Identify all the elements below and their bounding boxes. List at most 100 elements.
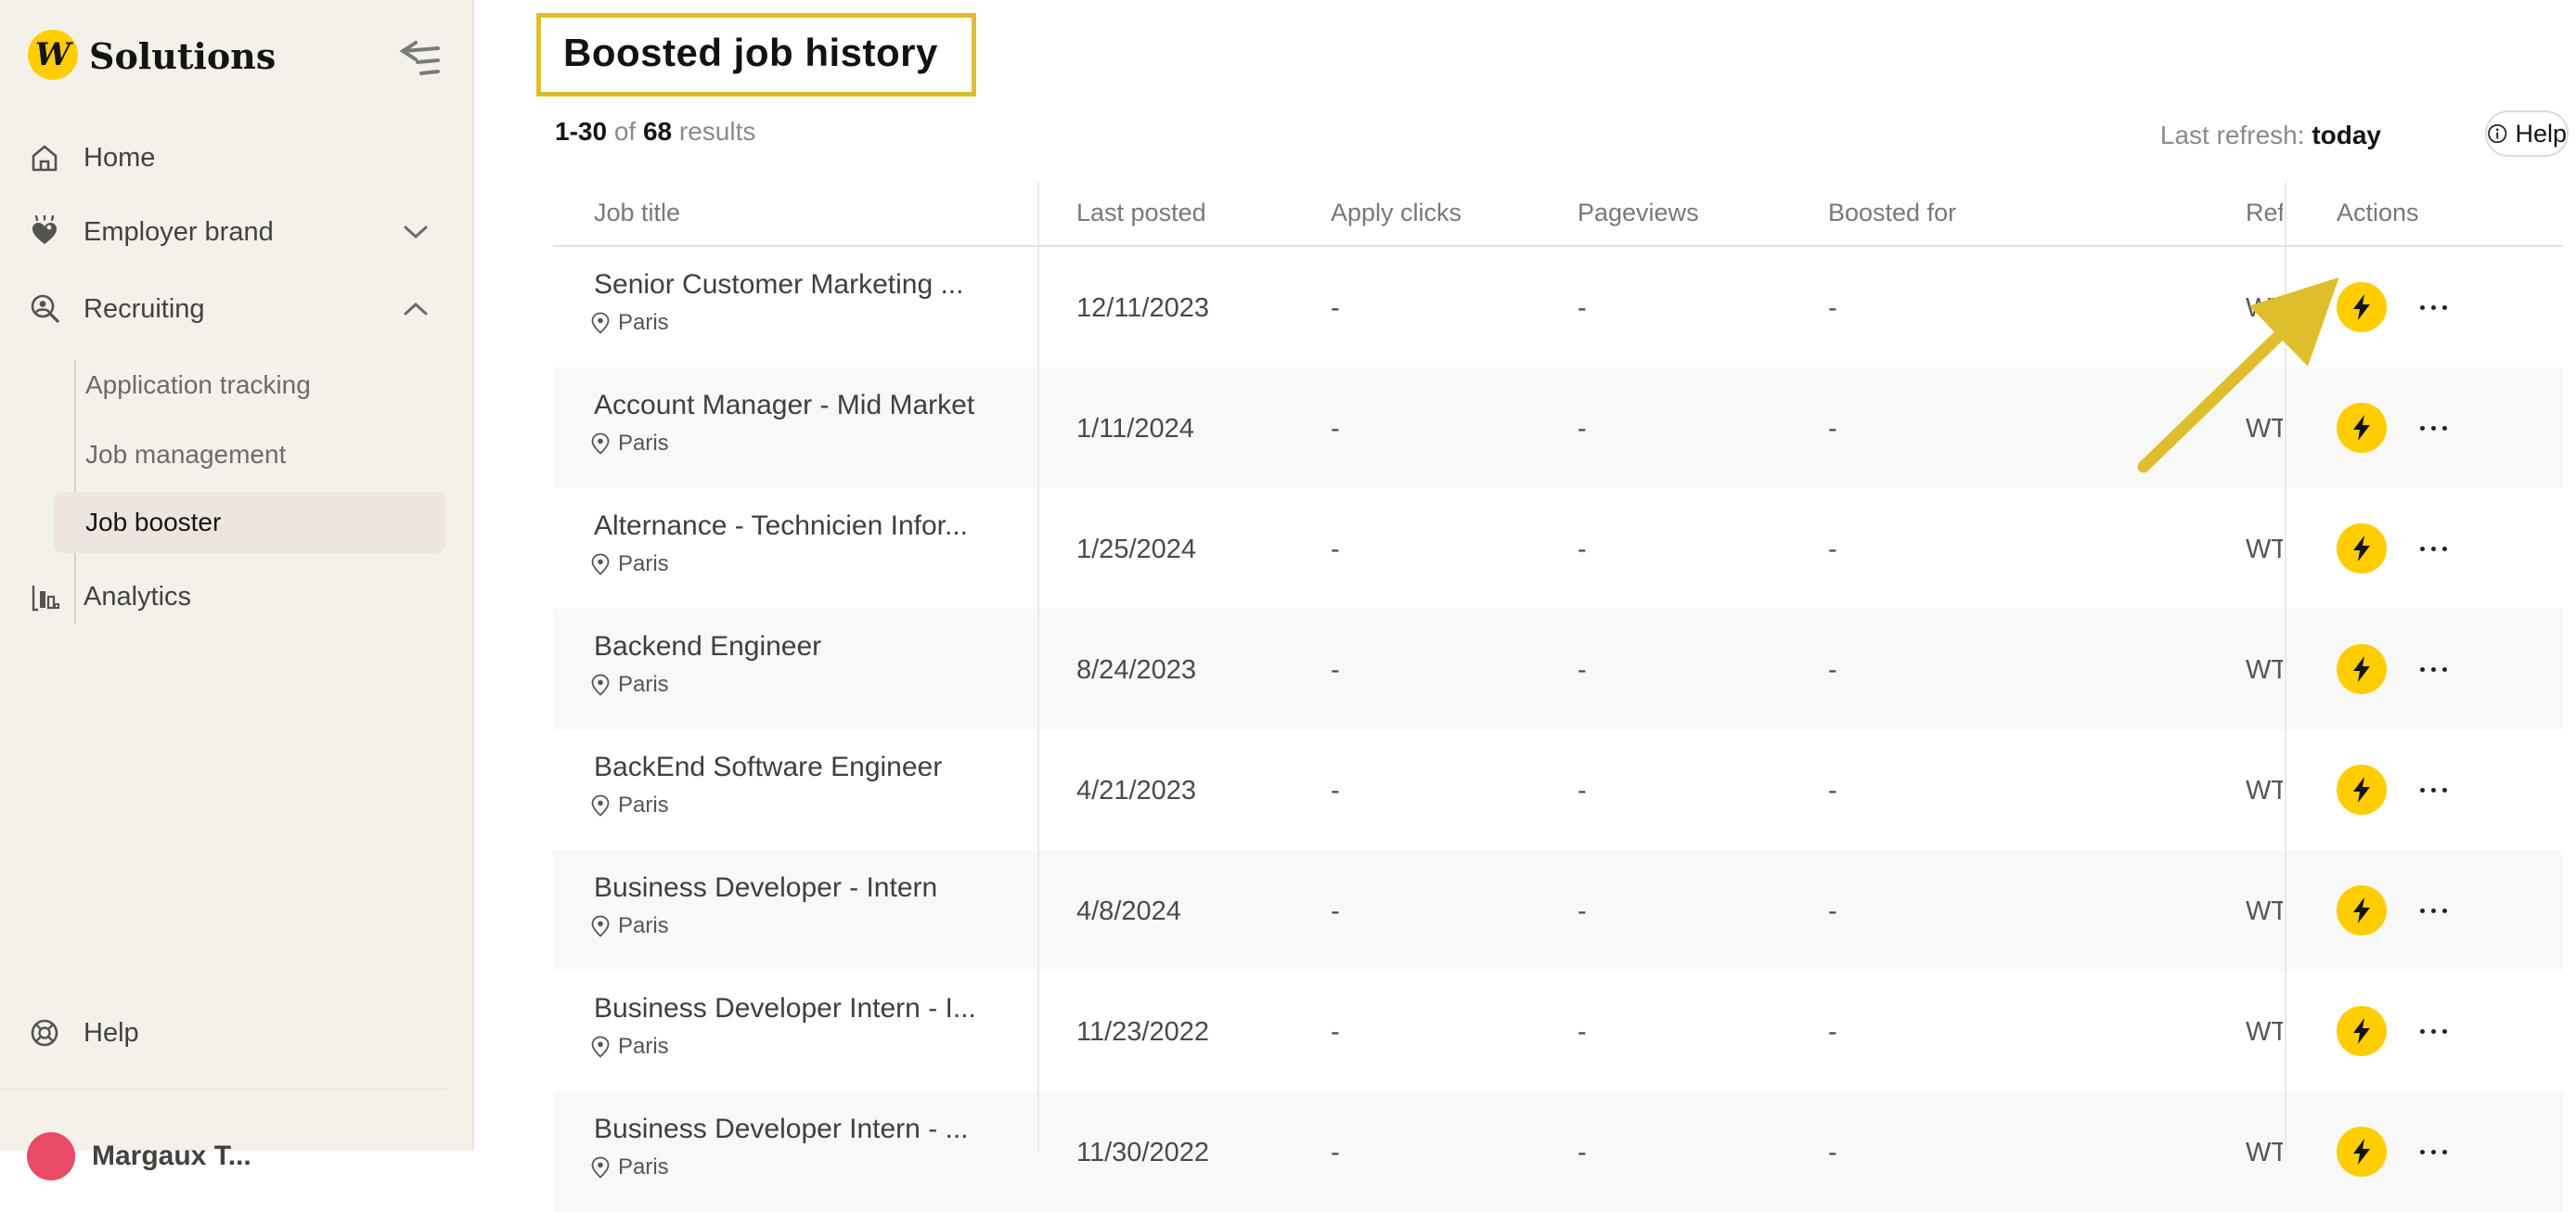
brand-logo-mark-icon: W xyxy=(28,30,78,80)
ellipsis-icon xyxy=(2420,788,2425,793)
sidebar-subitem-label: Job management xyxy=(85,440,286,470)
table-row: Business Developer Intern - ... Paris 11… xyxy=(553,1091,2563,1212)
job-title: Business Developer Intern - ... xyxy=(594,1114,969,1145)
job-title: Alternance - Technicien Infor... xyxy=(594,510,968,542)
column-divider xyxy=(1037,182,1039,1151)
brand-name: Solutions xyxy=(89,35,276,77)
boosted-for-value: - xyxy=(1828,1138,1837,1168)
reference-value: WTT xyxy=(2246,896,2283,927)
more-actions-button[interactable] xyxy=(2409,898,2457,922)
sidebar-item-job-management[interactable]: Job management xyxy=(54,424,445,485)
lightning-bolt-icon xyxy=(2350,1138,2374,1166)
last-posted-value: 1/11/2024 xyxy=(1076,414,1194,445)
ellipsis-icon xyxy=(2420,1150,2425,1154)
location-pin-icon xyxy=(590,1036,611,1058)
sidebar-item-label: Home xyxy=(84,143,155,174)
sidebar-collapse-button[interactable] xyxy=(397,37,442,78)
boost-job-button[interactable] xyxy=(2337,523,2387,574)
job-location-label: Paris xyxy=(618,793,669,819)
job-location: Paris xyxy=(590,431,669,457)
last-posted-value: 11/30/2022 xyxy=(1076,1138,1209,1168)
apply-clicks-value: - xyxy=(1331,1138,1340,1168)
pageviews-value: - xyxy=(1578,414,1587,445)
actions-column-divider xyxy=(2285,182,2286,1151)
pageviews-value: - xyxy=(1578,655,1587,686)
sidebar-item-recruiting[interactable]: Recruiting xyxy=(0,281,474,337)
apply-clicks-value: - xyxy=(1331,414,1340,445)
brand-logo: W Solutions xyxy=(28,28,445,82)
lightning-bolt-icon xyxy=(2350,655,2374,683)
job-title: Senior Customer Marketing ... xyxy=(594,269,963,301)
job-location-label: Paris xyxy=(618,1034,669,1060)
boost-job-button[interactable] xyxy=(2337,1006,2387,1056)
sidebar-item-label: Analytics xyxy=(84,582,191,612)
table-header: Job title Last posted Apply clicks Pagev… xyxy=(553,182,2563,247)
table-row: Account Manager - Mid Market Paris 1/11/… xyxy=(553,367,2563,488)
sidebar-item-job-booster[interactable]: Job booster xyxy=(54,492,445,553)
sidebar-item-analytics[interactable]: Analytics xyxy=(0,569,474,625)
sidebar-item-label: Employer brand xyxy=(84,217,274,248)
job-location: Paris xyxy=(590,913,669,939)
annotation-box: Boosted job history xyxy=(536,13,976,97)
table-row: Backend Engineer Paris 8/24/2023 - - - W… xyxy=(553,609,2563,729)
more-actions-button[interactable] xyxy=(2409,536,2457,561)
boost-job-button[interactable] xyxy=(2337,403,2387,453)
sidebar-item-home[interactable]: Home xyxy=(0,130,474,186)
last-posted-value: 4/21/2023 xyxy=(1076,776,1196,806)
user-name: Margaux T... xyxy=(92,1141,251,1172)
table-row: Senior Customer Marketing ... Paris 12/1… xyxy=(553,247,2563,367)
lifebuoy-help-icon xyxy=(28,1016,61,1050)
help-button-label: Help xyxy=(2515,120,2567,148)
boost-job-button[interactable] xyxy=(2337,282,2387,332)
more-actions-button[interactable] xyxy=(2409,295,2457,319)
page-title: Boosted job history xyxy=(563,31,972,75)
job-title: Business Developer Intern - I... xyxy=(594,993,976,1025)
sidebar-item-employer-brand[interactable]: Employer brand xyxy=(0,204,474,260)
table-row: BackEnd Software Engineer Paris 4/21/202… xyxy=(553,729,2563,850)
avatar xyxy=(27,1132,75,1180)
more-actions-button[interactable] xyxy=(2409,778,2457,802)
ellipsis-icon xyxy=(2420,667,2425,672)
column-header-apply-clicks: Apply clicks xyxy=(1331,199,1462,227)
sidebar-divider xyxy=(0,1089,445,1090)
boosted-for-value: - xyxy=(1828,1017,1837,1048)
job-location: Paris xyxy=(590,551,669,577)
location-pin-icon xyxy=(590,794,611,817)
more-actions-button[interactable] xyxy=(2409,657,2457,681)
job-location-label: Paris xyxy=(618,913,669,939)
lightning-bolt-icon xyxy=(2350,776,2374,804)
sidebar-item-help[interactable]: Help xyxy=(0,1005,474,1061)
table-row: Business Developer Intern - I... Paris 1… xyxy=(553,971,2563,1091)
pageviews-value: - xyxy=(1578,1017,1587,1048)
boosted-for-value: - xyxy=(1828,535,1837,565)
sidebar-item-application-tracking[interactable]: Application tracking xyxy=(54,355,445,416)
job-location: Paris xyxy=(590,310,669,336)
more-actions-button[interactable] xyxy=(2409,416,2457,440)
job-location: Paris xyxy=(590,793,669,819)
boost-job-button[interactable] xyxy=(2337,1127,2387,1177)
boosted-for-value: - xyxy=(1828,414,1837,445)
sidebar-subitem-label: Job booster xyxy=(85,508,221,537)
recruiting-search-person-icon xyxy=(28,292,61,326)
more-actions-button[interactable] xyxy=(2409,1019,2457,1043)
pageviews-value: - xyxy=(1578,896,1587,927)
analytics-bar-chart-icon xyxy=(28,580,61,613)
boosted-for-value: - xyxy=(1828,293,1837,324)
job-title: Backend Engineer xyxy=(594,631,821,663)
user-menu[interactable]: Margaux T... xyxy=(27,1128,444,1184)
more-actions-button[interactable] xyxy=(2409,1140,2457,1164)
apply-clicks-value: - xyxy=(1331,535,1340,565)
boost-job-button[interactable] xyxy=(2337,644,2387,694)
apply-clicks-value: - xyxy=(1331,776,1340,806)
chevron-down-icon xyxy=(402,224,430,240)
job-location-label: Paris xyxy=(618,431,669,457)
boost-job-button[interactable] xyxy=(2337,885,2387,935)
lightning-bolt-icon xyxy=(2350,1017,2374,1045)
last-posted-value: 4/8/2024 xyxy=(1076,896,1181,927)
column-header-job-title: Job title xyxy=(594,199,680,227)
boost-job-button[interactable] xyxy=(2337,765,2387,815)
ellipsis-icon xyxy=(2420,426,2425,431)
column-header-actions: Actions xyxy=(2337,199,2419,227)
last-refresh-value: today xyxy=(2312,121,2381,149)
help-button[interactable]: Help xyxy=(2485,110,2569,157)
